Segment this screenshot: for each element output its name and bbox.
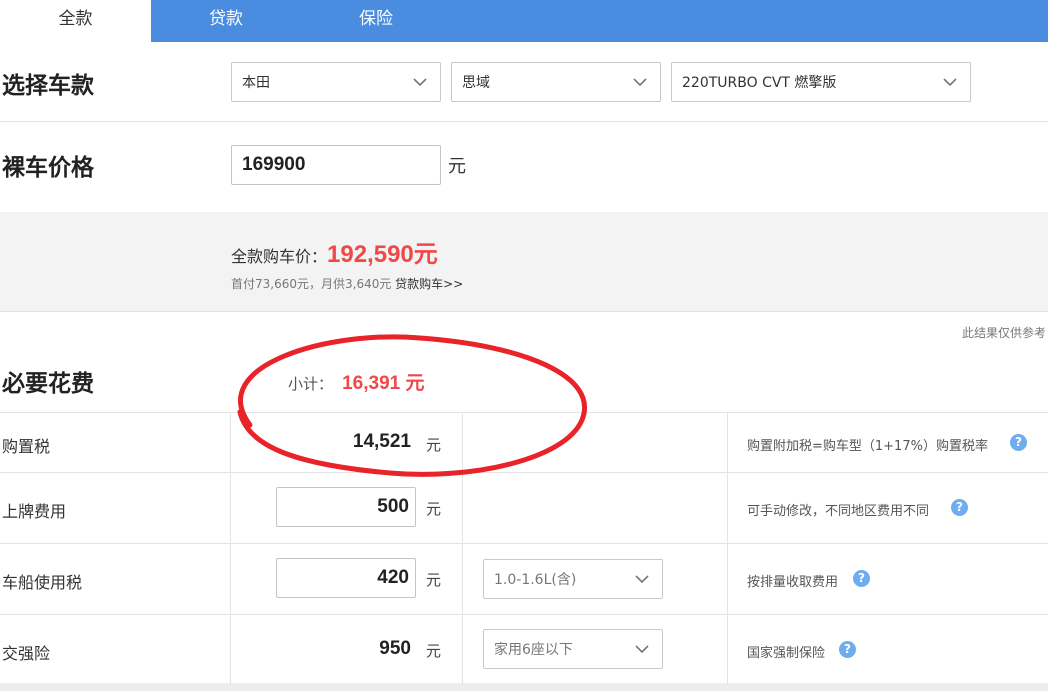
chevron-down-icon xyxy=(942,63,958,103)
chevron-down-icon xyxy=(412,63,428,103)
bare-price-title: 裸车价格 xyxy=(2,155,94,181)
vehicle-tax-label: 车船使用税 xyxy=(2,573,83,592)
column-divider xyxy=(727,412,728,684)
compulsory-insurance-unit: 元 xyxy=(426,642,442,660)
tab-bar: 全款 贷款 保险 xyxy=(0,0,1048,42)
row-divider xyxy=(0,614,1048,615)
tab-insurance[interactable]: 保险 xyxy=(301,0,451,42)
total-price-label: 全款购车价： xyxy=(231,247,328,266)
summary-line: 全款购车价：192,590元 xyxy=(231,234,438,269)
series-select[interactable]: 思域 xyxy=(451,62,661,102)
loan-purchase-link[interactable]: 贷款购车>> xyxy=(395,277,463,291)
help-icon[interactable]: ? xyxy=(839,641,856,658)
row-divider xyxy=(0,543,1048,544)
compulsory-insurance-label: 交强险 xyxy=(2,644,51,663)
bare-price-input[interactable] xyxy=(231,145,441,185)
subtotal-label: 小计： xyxy=(288,375,334,393)
registration-fee-input[interactable] xyxy=(276,487,416,527)
seat-type-select[interactable]: 家用6座以下 xyxy=(483,629,663,669)
payment-summary: 首付73,660元，月供3,640元 贷款购车>> xyxy=(231,275,463,292)
chevron-down-icon xyxy=(634,630,650,670)
chevron-down-icon xyxy=(632,63,648,103)
chevron-down-icon xyxy=(634,560,650,600)
model-select-value: 220TURBO CVT 燃擎版 xyxy=(682,75,837,91)
purchase-tax-label: 购置税 xyxy=(2,437,51,456)
vehicle-tax-input[interactable] xyxy=(276,558,416,598)
subtotal: 小计： 16,391 元 xyxy=(288,368,425,395)
column-divider xyxy=(462,412,463,684)
vehicle-tax-note: 按排量收取费用 xyxy=(747,575,839,590)
help-icon[interactable]: ? xyxy=(853,570,870,587)
subtotal-value: 16,391 元 xyxy=(342,373,425,394)
model-select[interactable]: 220TURBO CVT 燃擎版 xyxy=(671,62,971,102)
help-icon[interactable]: ? xyxy=(1010,434,1027,451)
compulsory-insurance-note: 国家强制保险 xyxy=(747,646,826,661)
purchase-tax-unit: 元 xyxy=(426,436,442,454)
brand-select[interactable]: 本田 xyxy=(231,62,441,102)
seat-type-select-value: 家用6座以下 xyxy=(494,642,573,658)
total-price-value: 192,590元 xyxy=(327,241,438,268)
brand-select-value: 本田 xyxy=(242,75,270,91)
select-car-title: 选择车款 xyxy=(2,73,94,99)
divider xyxy=(0,121,1048,122)
tab-full-payment[interactable]: 全款 xyxy=(0,0,151,42)
table-top-divider xyxy=(0,412,1048,413)
required-costs-title: 必要花费 xyxy=(2,371,94,397)
bare-price-unit: 元 xyxy=(448,156,466,177)
summary-panel xyxy=(0,212,1048,312)
vehicle-tax-unit: 元 xyxy=(426,571,442,589)
registration-fee-note: 可手动修改，不同地区费用不同 xyxy=(747,504,930,519)
table-bottom-border xyxy=(0,683,1048,691)
displacement-select-value: 1.0-1.6L(含) xyxy=(494,572,577,588)
down-payment-monthly-text: 首付73,660元，月供3,640元 xyxy=(231,277,392,291)
disclaimer-text: 此结果仅供参考 xyxy=(961,326,1046,340)
series-select-value: 思域 xyxy=(462,75,490,91)
row-divider xyxy=(0,472,1048,473)
registration-fee-unit: 元 xyxy=(426,500,442,518)
displacement-select[interactable]: 1.0-1.6L(含) xyxy=(483,559,663,599)
column-divider xyxy=(230,412,231,684)
registration-fee-label: 上牌费用 xyxy=(2,502,67,521)
tab-loan[interactable]: 贷款 xyxy=(151,0,301,42)
purchase-tax-note: 购置附加税=购车型（1+17%）购置税率 xyxy=(747,439,988,454)
help-icon[interactable]: ? xyxy=(951,499,968,516)
compulsory-insurance-value: 950 xyxy=(379,638,411,659)
purchase-tax-value: 14,521 xyxy=(352,431,411,452)
